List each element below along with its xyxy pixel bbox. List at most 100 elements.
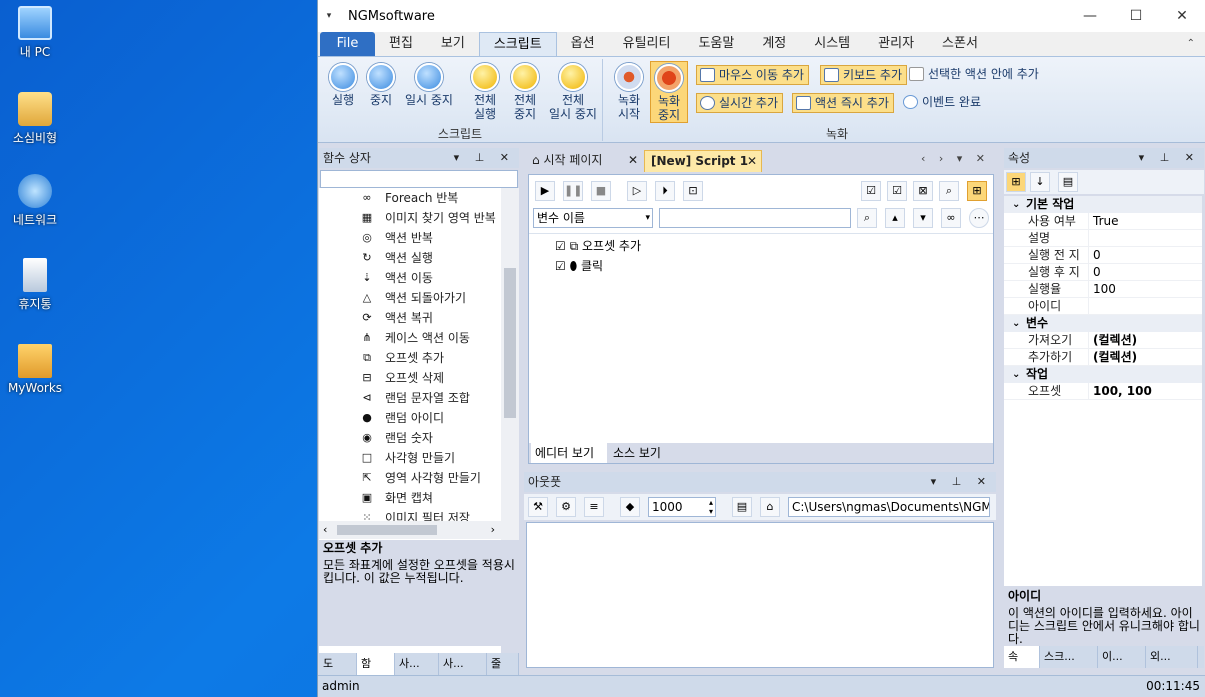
- desktop-icon-network[interactable]: 네트워크: [0, 174, 70, 228]
- bottom-tab-properties[interactable]: 속: [1004, 646, 1040, 668]
- bottom-tab-script[interactable]: 스크...: [1040, 646, 1098, 668]
- scrollbar-thumb[interactable]: [504, 268, 516, 418]
- tab-view[interactable]: 보기: [427, 32, 479, 56]
- pause-script-icon[interactable]: ❚❚: [563, 181, 583, 201]
- function-item[interactable]: ⟳ 액션 복귀: [319, 308, 501, 328]
- function-item[interactable]: ◉ 랜덤 숫자: [319, 428, 501, 448]
- tab-options[interactable]: 옵션: [557, 32, 609, 56]
- checkbox-icon[interactable]: ☑: [555, 259, 566, 273]
- panel-controls[interactable]: ▾ ⊥ ✕: [1139, 148, 1200, 168]
- function-search-input[interactable]: [320, 170, 518, 188]
- collapse-icon[interactable]: ⌄: [1012, 366, 1020, 383]
- property-row[interactable]: 실행 전 지 0: [1004, 247, 1202, 264]
- tab-edit[interactable]: 편집: [375, 32, 427, 56]
- property-pages-icon[interactable]: ▤: [1058, 172, 1078, 192]
- maximize-button[interactable]: ☐: [1113, 0, 1159, 32]
- tab-nav-controls[interactable]: ‹ › ▾ ✕: [921, 152, 990, 165]
- collapse-ribbon-icon[interactable]: ⌃: [1187, 38, 1195, 49]
- tab-sponsor[interactable]: 스폰서: [928, 32, 992, 56]
- bottom-tab-user[interactable]: 사...: [395, 653, 439, 675]
- function-item[interactable]: ⋔ 케이스 액션 이동: [319, 328, 501, 348]
- tab-account[interactable]: 계정: [748, 32, 800, 56]
- tab-utility[interactable]: 유틸리티: [609, 32, 685, 56]
- tab-editor-view[interactable]: 에디터 보기: [531, 443, 607, 463]
- stop-button[interactable]: 중지: [362, 63, 400, 107]
- bottom-tab-toolbox[interactable]: 도: [319, 653, 357, 675]
- function-item[interactable]: ◎ 액션 반복: [319, 228, 501, 248]
- collapse-icon[interactable]: ⌄: [1012, 315, 1020, 332]
- add-action-immediately-button[interactable]: 액션 즉시 추가: [792, 93, 894, 113]
- run-all-button[interactable]: 전체 실행: [466, 63, 504, 121]
- list-icon[interactable]: ≡: [584, 497, 604, 517]
- variable-value-input[interactable]: [659, 208, 851, 228]
- find-icon[interactable]: ⌕: [857, 208, 877, 228]
- desktop-icon-recycle-bin[interactable]: 휴지통: [0, 258, 70, 312]
- function-item[interactable]: ⊲ 랜덤 문자열 조합: [319, 388, 501, 408]
- bottom-tab-external[interactable]: 외...: [1146, 646, 1198, 668]
- folder-open-icon[interactable]: ⌂: [760, 497, 780, 517]
- tab-file[interactable]: File: [320, 32, 375, 56]
- tree-item-offset[interactable]: ☑ ⧉ 오프셋 추가: [555, 238, 641, 254]
- output-path-field[interactable]: C:\Users\ngmas\Documents\NGM6\: [788, 497, 990, 517]
- property-value[interactable]: [1088, 230, 1202, 246]
- add-keyboard-button[interactable]: 키보드 추가: [820, 65, 908, 85]
- panel-controls[interactable]: ▾ ⊥ ✕: [454, 148, 515, 168]
- property-value[interactable]: 100, 100: [1088, 383, 1202, 399]
- tab-help[interactable]: 도움말: [684, 32, 748, 56]
- run-button[interactable]: 실행: [324, 63, 362, 107]
- tab-admin[interactable]: 관리자: [864, 32, 928, 56]
- save-icon[interactable]: ▤: [732, 497, 752, 517]
- run-selected-icon[interactable]: ⏵: [655, 181, 675, 201]
- hscrollbar-thumb[interactable]: [337, 525, 437, 535]
- stop-script-icon[interactable]: ■: [591, 181, 611, 201]
- property-row[interactable]: 실행 후 지 0: [1004, 264, 1202, 281]
- close-button[interactable]: ✕: [1159, 0, 1205, 32]
- close-tab-icon[interactable]: ✕: [747, 151, 757, 171]
- desktop-icon-myworks[interactable]: MyWorks: [0, 344, 70, 395]
- minimize-button[interactable]: —: [1067, 0, 1113, 32]
- function-item[interactable]: ● 랜덤 아이디: [319, 408, 501, 428]
- tab-script[interactable]: 스크립트: [478, 32, 557, 56]
- property-value[interactable]: 0: [1088, 264, 1202, 280]
- panel-controls[interactable]: ▾ ⊥ ✕: [931, 472, 992, 492]
- add-mouse-move-button[interactable]: 마우스 이동 추가: [696, 65, 809, 85]
- function-item[interactable]: △ 액션 되돌아가기: [319, 288, 501, 308]
- bottom-tab-user-function[interactable]: 사...: [439, 653, 487, 675]
- delete-icon[interactable]: ⊠: [913, 181, 933, 201]
- bottom-tab-image[interactable]: 이...: [1098, 646, 1146, 668]
- function-list-scrollbar[interactable]: [501, 188, 519, 540]
- count-stepper[interactable]: 1000 ▴ ▾: [648, 497, 716, 517]
- quick-access-dropdown[interactable]: ▾: [318, 11, 340, 21]
- pause-all-button[interactable]: 전체 일시 중지: [544, 63, 602, 121]
- property-row[interactable]: 오프셋 100, 100: [1004, 383, 1202, 400]
- record-stop-button[interactable]: 녹화 중지: [650, 61, 688, 123]
- property-value[interactable]: (컬렉션): [1088, 349, 1202, 365]
- close-tab-icon[interactable]: ✕: [628, 150, 638, 170]
- check-all-icon[interactable]: ☑: [861, 181, 881, 201]
- stepper-arrows-icon[interactable]: ▴ ▾: [709, 498, 713, 516]
- desktop-icon-this-pc[interactable]: 내 PC: [0, 6, 70, 60]
- property-row[interactable]: 사용 여부 True: [1004, 213, 1202, 230]
- property-category[interactable]: ⌄ 변수: [1004, 315, 1202, 332]
- variable-select[interactable]: 변수 이름 ▾: [533, 208, 653, 228]
- clear-output-icon[interactable]: ⚒: [528, 497, 548, 517]
- property-value[interactable]: (컬렉션): [1088, 332, 1202, 348]
- add-realtime-button[interactable]: 실시간 추가: [696, 93, 784, 113]
- function-item[interactable]: ⇣ 액션 이동: [319, 268, 501, 288]
- scroll-right-icon[interactable]: ›: [491, 521, 495, 539]
- tab-system[interactable]: 시스템: [800, 32, 864, 56]
- output-log[interactable]: [526, 522, 994, 668]
- function-item[interactable]: ▣ 화면 캡쳐: [319, 488, 501, 508]
- move-down-icon[interactable]: ▾: [913, 208, 933, 228]
- more-icon[interactable]: ⋯: [969, 208, 989, 228]
- property-value[interactable]: [1088, 298, 1202, 314]
- desktop-icon-user[interactable]: 소심비형: [0, 92, 70, 146]
- property-category[interactable]: ⌄ 작업: [1004, 366, 1202, 383]
- property-row[interactable]: 가져오기 (컬렉션): [1004, 332, 1202, 349]
- tree-view-icon[interactable]: ⊞: [967, 181, 987, 201]
- property-value[interactable]: 100: [1088, 281, 1202, 297]
- property-value[interactable]: True: [1088, 213, 1202, 229]
- eraser-icon[interactable]: ◆: [620, 497, 640, 517]
- checkbox-icon[interactable]: ☑: [555, 239, 566, 253]
- loop-icon[interactable]: ∞: [941, 208, 961, 228]
